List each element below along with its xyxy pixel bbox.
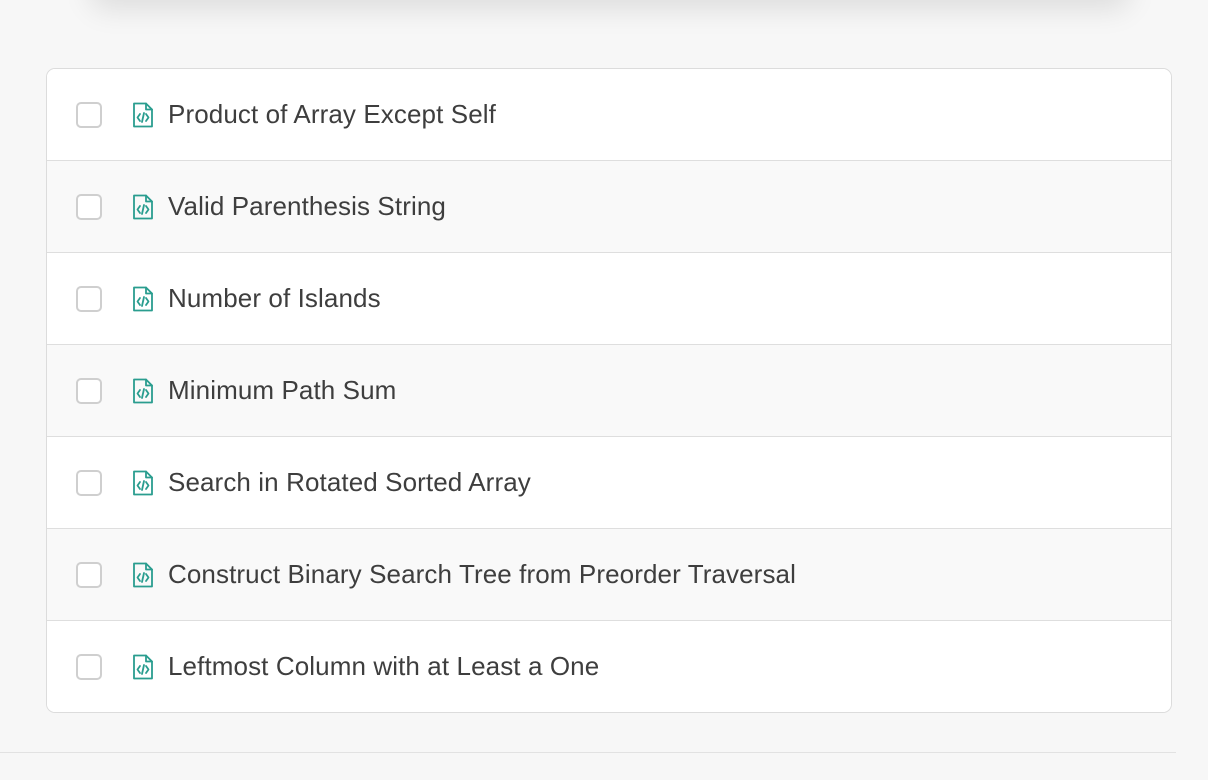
problem-title[interactable]: Search in Rotated Sorted Array bbox=[168, 467, 531, 498]
code-file-icon bbox=[131, 102, 155, 128]
code-file-icon bbox=[131, 378, 155, 404]
problem-row[interactable]: Minimum Path Sum bbox=[47, 345, 1171, 437]
problem-title[interactable]: Minimum Path Sum bbox=[168, 375, 396, 406]
section-divider bbox=[0, 752, 1176, 753]
problem-checkbox[interactable] bbox=[76, 377, 102, 404]
problem-checkbox[interactable] bbox=[76, 561, 102, 588]
problem-row[interactable]: Product of Array Except Self bbox=[47, 69, 1171, 161]
problem-checkbox[interactable] bbox=[76, 193, 102, 220]
problem-row[interactable]: Construct Binary Search Tree from Preord… bbox=[47, 529, 1171, 621]
problem-title[interactable]: Product of Array Except Self bbox=[168, 99, 496, 130]
problem-row[interactable]: Leftmost Column with at Least a One bbox=[47, 621, 1171, 712]
code-file-icon bbox=[131, 286, 155, 312]
code-file-icon bbox=[131, 654, 155, 680]
problem-list: Product of Array Except Self Valid Paren… bbox=[46, 68, 1172, 713]
code-file-icon bbox=[131, 562, 155, 588]
problem-checkbox[interactable] bbox=[76, 285, 102, 312]
problem-checkbox[interactable] bbox=[76, 469, 102, 496]
problem-title[interactable]: Leftmost Column with at Least a One bbox=[168, 651, 599, 682]
problem-title[interactable]: Number of Islands bbox=[168, 283, 381, 314]
code-file-icon bbox=[131, 194, 155, 220]
problem-row[interactable]: Search in Rotated Sorted Array bbox=[47, 437, 1171, 529]
problem-row[interactable]: Number of Islands bbox=[47, 253, 1171, 345]
code-file-icon bbox=[131, 470, 155, 496]
problem-title[interactable]: Construct Binary Search Tree from Preord… bbox=[168, 559, 796, 590]
problem-row[interactable]: Valid Parenthesis String bbox=[47, 161, 1171, 253]
problem-title[interactable]: Valid Parenthesis String bbox=[168, 191, 446, 222]
problem-checkbox[interactable] bbox=[76, 101, 102, 128]
problem-checkbox[interactable] bbox=[76, 653, 102, 680]
